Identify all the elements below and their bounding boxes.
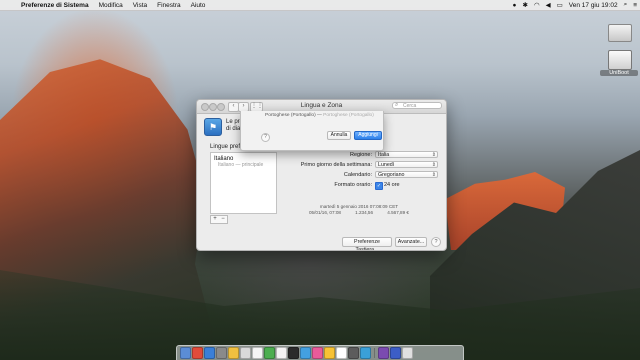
wifi-icon[interactable]: ◠ [531,1,543,9]
search-placeholder: Cerca [403,103,417,109]
volume-icon[interactable]: ◀ [543,1,554,9]
time-format-value: 24 ore [384,182,400,188]
dock-app-icon[interactable] [312,347,323,359]
clock-text[interactable]: Ven 17 giu 19:02 [566,2,621,9]
time-format-row: Formato orario: ✓ 24 ore [287,182,442,190]
notification-center-icon[interactable]: ≡ [630,2,640,9]
menu-modifica[interactable]: Modifica [94,2,128,9]
siri-icon[interactable]: ● [510,2,520,9]
dock-app-icon[interactable] [348,347,359,359]
preferred-languages-list[interactable]: Italiano Italiano — principale [210,152,277,214]
dock-app-icon[interactable] [360,347,371,359]
region-row: Regione: Italia ⇕ [287,151,442,160]
cancel-button[interactable]: Annulla [327,131,351,140]
first-day-row: Primo giorno della settimana: Lunedì ⇕ [287,161,442,170]
sheet-message: Portoghese (Portogallo) — Portoghese (Po… [265,113,374,118]
help-button[interactable]: ? [431,237,441,247]
dock-app-icon[interactable] [288,347,299,359]
first-day-popup[interactable]: Lunedì ⇕ [375,161,438,168]
dock-app-icon[interactable] [336,347,347,359]
region-label: Regione: [349,152,372,158]
dock [176,345,464,360]
language-flag-icon: ⚑ [204,118,222,136]
region-popup[interactable]: Italia ⇕ [375,151,438,158]
menu-vista[interactable]: Vista [128,2,152,9]
dock-app-icon[interactable] [324,347,335,359]
preview-short-date: 05/01/16, 07:08 [309,210,341,215]
dock-app-icon[interactable] [216,347,227,359]
dock-app-icon[interactable] [252,347,263,359]
add-remove-control: + − [210,215,228,224]
first-day-label: Primo giorno della settimana: [300,162,372,168]
dock-app-icon[interactable] [192,347,203,359]
dock-app-icon[interactable] [276,347,287,359]
spotlight-icon[interactable]: ⌕ [621,1,631,9]
dock-app-icon[interactable] [204,347,215,359]
sheet-help-button[interactable]: ? [261,133,270,142]
menu-finestra[interactable]: Finestra [152,2,185,9]
hard-disk-icon[interactable] [608,24,632,42]
calendar-row: Calendario: Gregoriano ⇕ [287,171,442,180]
dock-app-icon[interactable] [228,347,239,359]
add-language-sheet: Portoghese (Portogallo) — Portoghese (Po… [240,111,384,151]
calendar-label: Calendario: [343,172,372,178]
remove-language-button[interactable]: − [219,216,227,223]
add-language-button[interactable]: + [211,216,219,223]
battery-icon[interactable]: ▭ [554,1,566,9]
menu-bar: Preferenze di Sistema Modifica Vista Fin… [0,0,640,11]
bluetooth-icon[interactable]: ✱ [519,1,530,9]
preview-number: 1.234,56 [355,210,374,215]
dock-app-icon[interactable] [240,347,251,359]
time-format-label: Formato orario: [334,182,372,188]
dock-app-icon[interactable] [300,347,311,359]
menu-aiuto[interactable]: Aiuto [186,2,211,9]
add-button[interactable]: Aggiungi [354,131,382,140]
calendar-popup[interactable]: Gregoriano ⇕ [375,171,438,178]
keyboard-preferences-button[interactable]: Preferenze Tastiera... [342,237,392,250]
preview-currency: 4.567,89 € [387,210,409,215]
usb-drive-label[interactable]: UniBoot [600,70,638,76]
search-icon: ⌕ [395,102,399,108]
popup-arrows-icon: ⇕ [431,172,436,178]
dock-app-icon[interactable] [180,347,191,359]
format-preview: martedì 5 gennaio 2016 07:08:09 CET 05/0… [309,204,409,216]
search-field[interactable]: ⌕ Cerca [392,102,442,109]
list-item-language-sub: Italiano — principale [218,162,264,168]
dock-app-icon[interactable] [264,347,275,359]
time-format-checkbox[interactable]: ✓ [375,182,383,190]
dock-app-icon[interactable] [378,347,389,359]
dock-app-icon[interactable] [402,347,413,359]
advanced-button[interactable]: Avanzate... [395,237,427,247]
popup-arrows-icon: ⇕ [431,152,436,158]
popup-arrows-icon: ⇕ [431,162,436,168]
app-menu[interactable]: Preferenze di Sistema [16,2,94,9]
usb-drive-icon[interactable] [608,50,632,70]
dock-app-icon[interactable] [390,347,401,359]
dock-separator [374,348,375,358]
